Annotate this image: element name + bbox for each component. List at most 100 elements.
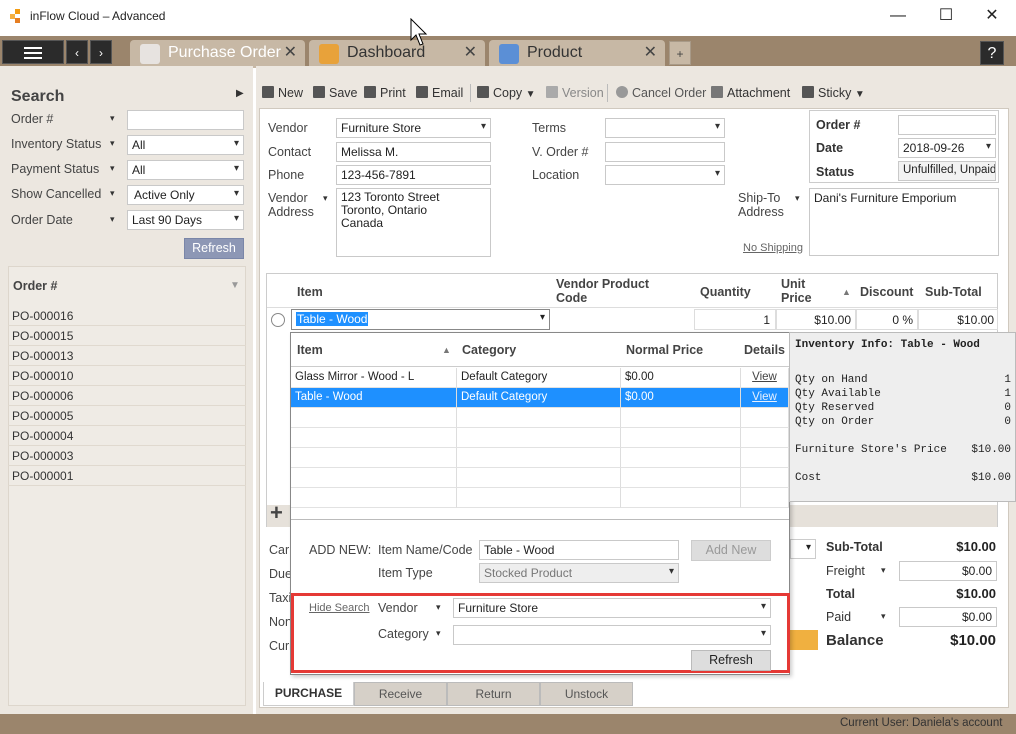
shipto-dropdown-icon[interactable]: ▾ [795,193,800,204]
popup-empty-cell[interactable] [291,488,457,508]
maximize-button[interactable]: ☐ [934,6,958,26]
order-list-item[interactable]: PO-000015 [8,326,246,346]
order-search-input[interactable] [127,110,244,130]
shipto-textarea[interactable]: Dani's Furniture Emporium [809,188,999,256]
vendor-order-input[interactable] [605,142,725,162]
popup-cell-details[interactable]: View [741,388,789,408]
popup-empty-cell[interactable] [621,428,741,448]
popup-vendor-dropdown-icon[interactable]: ▾ [436,602,441,613]
col-discount-header[interactable]: Discount [860,285,913,299]
row-select-radio[interactable] [271,313,285,327]
close-tab-icon[interactable]: ✕ [464,40,477,66]
popup-col-details[interactable]: Details [744,343,785,357]
order-date-select[interactable]: Last 90 Days [127,210,244,230]
popup-cell-category[interactable]: Default Category [457,388,621,408]
filter-dropdown-icon[interactable]: ▾ [110,138,115,149]
show-cancelled-select[interactable]: Active Only [127,185,244,205]
vendor-address-textarea[interactable]: 123 Toronto Street Toronto, Ontario Cana… [336,188,491,257]
popup-empty-cell[interactable] [621,408,741,428]
popup-col-item[interactable]: Item [297,343,323,357]
item-type-select[interactable]: Stocked Product [479,563,679,583]
back-button[interactable]: ‹ [66,40,88,64]
popup-vendor-select[interactable]: Furniture Store [453,598,771,618]
popup-empty-cell[interactable] [741,468,789,488]
popup-col-category[interactable]: Category [462,343,516,357]
print-button[interactable]: Print [364,86,406,100]
location-select[interactable] [605,165,725,185]
sort-arrow-icon[interactable]: ▼ [230,280,240,291]
popup-cell-item[interactable]: Table - Wood [291,388,457,408]
popup-category-dropdown-icon[interactable]: ▾ [436,628,441,639]
popup-empty-cell[interactable] [621,488,741,508]
help-button[interactable]: ? [980,41,1004,65]
tab-product[interactable]: Product ✕ [489,40,665,68]
popup-cell-price[interactable]: $0.00 [621,368,741,388]
popup-refresh-button[interactable]: Refresh [691,650,771,671]
sticky-button[interactable]: Sticky ▼ [802,86,865,100]
copy-dropdown-icon[interactable]: ▼ [526,89,536,100]
popup-empty-cell[interactable] [741,448,789,468]
sort-up-icon[interactable]: ▲ [442,345,451,355]
vendor-select[interactable]: Furniture Store [336,118,491,138]
add-row-button[interactable]: + [270,500,283,526]
item-dropdown-icon[interactable]: ▾ [540,312,545,323]
order-list-item[interactable]: PO-000006 [8,386,246,406]
filter-dropdown-icon[interactable]: ▾ [110,113,115,124]
popup-empty-cell[interactable] [741,428,789,448]
sticky-dropdown-icon[interactable]: ▼ [855,89,865,100]
tab-purchase-order[interactable]: Purchase Order ✕ [130,40,305,68]
add-new-button[interactable]: Add New [691,540,771,561]
new-item-name-input[interactable]: Table - Wood [479,540,679,560]
paid-input[interactable]: $0.00 [899,607,997,627]
email-button[interactable]: Email [416,86,463,100]
order-list-item[interactable]: PO-000003 [8,446,246,466]
popup-cell-item[interactable]: Glass Mirror - Wood - L [291,368,457,388]
filter-dropdown-icon[interactable]: ▾ [110,163,115,174]
quantity-cell[interactable]: 1 [694,309,776,330]
popup-cell-details[interactable]: View [741,368,789,388]
filter-dropdown-icon[interactable]: ▾ [110,214,115,225]
order-list-item[interactable]: PO-000001 [8,466,246,486]
view-details-link[interactable]: View [752,391,777,403]
popup-col-price[interactable]: Normal Price [626,343,703,357]
popup-empty-cell[interactable] [741,408,789,428]
col-subtotal-header[interactable]: Sub-Total [925,285,982,299]
attachment-button[interactable]: Attachment [711,86,790,100]
order-list-item[interactable]: PO-000013 [8,346,246,366]
popup-empty-cell[interactable] [621,468,741,488]
date-picker[interactable]: 2018-09-26 [898,138,996,158]
order-list-item[interactable]: PO-000010 [8,366,246,386]
view-details-link[interactable]: View [752,371,777,383]
popup-empty-cell[interactable] [457,408,621,428]
order-number-input[interactable] [898,115,996,135]
popup-empty-cell[interactable] [291,448,457,468]
close-window-button[interactable]: ✕ [980,6,1004,26]
contact-input[interactable]: Melissa M. [336,142,491,162]
sort-up-icon[interactable]: ▲ [842,287,851,297]
popup-category-select[interactable] [453,625,771,645]
order-list-item[interactable]: PO-000005 [8,406,246,426]
copy-button[interactable]: Copy ▼ [477,86,536,100]
payment-status-select[interactable]: All [127,160,244,180]
save-button[interactable]: Save [313,86,358,100]
tab-dashboard[interactable]: Dashboard ✕ [309,40,485,68]
paid-dropdown-icon[interactable]: ▾ [881,611,886,622]
popup-empty-cell[interactable] [291,408,457,428]
unit-price-cell[interactable]: $10.00 [776,309,856,330]
new-button[interactable]: New [262,86,303,100]
sidebar-refresh-button[interactable]: Refresh [184,238,244,259]
order-list-header[interactable]: Order # [13,279,57,293]
menu-button[interactable] [2,40,64,64]
popup-empty-cell[interactable] [621,448,741,468]
hide-search-link[interactable]: Hide Search [309,602,370,614]
close-tab-icon[interactable]: ✕ [284,40,297,66]
close-tab-icon[interactable]: ✕ [644,40,657,66]
tab-purchase[interactable]: PURCHASE [263,682,354,706]
inventory-status-select[interactable]: All [127,135,244,155]
popup-cell-price[interactable]: $0.00 [621,388,741,408]
cancel-order-button[interactable]: Cancel Order [616,86,706,100]
col-unit-price-header[interactable]: Unit Price [781,277,821,305]
terms-select[interactable] [605,118,725,138]
popup-empty-cell[interactable] [291,428,457,448]
partial-dropdown[interactable]: ▾ [790,539,816,559]
